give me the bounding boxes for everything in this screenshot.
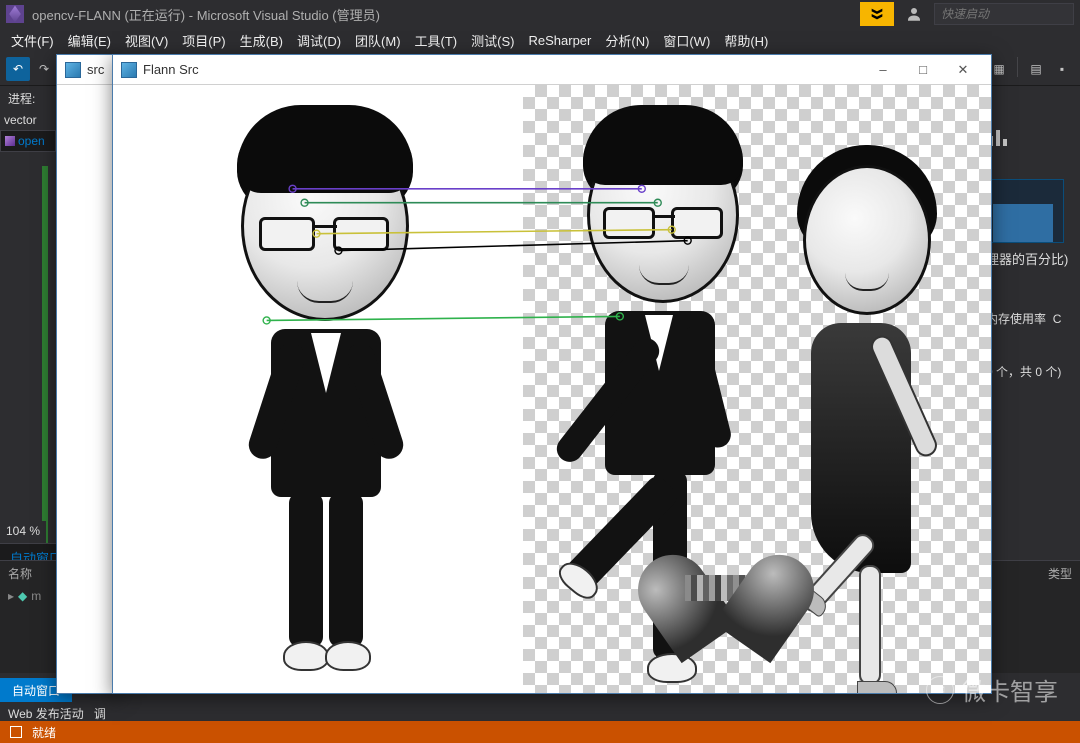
heart-shape xyxy=(661,523,791,633)
status-ready: 就绪 xyxy=(32,724,56,741)
truncated-label: 调 xyxy=(94,707,106,721)
menu-help[interactable]: 帮助(H) xyxy=(717,28,775,53)
memory-c-label: C xyxy=(1053,312,1062,326)
menu-analyze[interactable]: 分析(N) xyxy=(598,28,656,53)
memory-usage-label: 内存使用率 xyxy=(986,312,1046,326)
tab-vector[interactable]: vector xyxy=(0,110,56,130)
tab-open-label: open xyxy=(18,134,45,148)
opencv-window-title: src xyxy=(87,62,104,77)
menu-file[interactable]: 文件(F) xyxy=(4,28,61,53)
opencv-window-icon xyxy=(65,62,81,78)
diagnostics-chart-icon[interactable] xyxy=(982,120,1080,159)
statusbar: 就绪 xyxy=(0,721,1080,743)
snapshot-count: 0 个，共 0 个) xyxy=(986,365,1061,379)
account-icon[interactable] xyxy=(900,2,928,26)
tab-open[interactable]: open xyxy=(0,130,56,152)
vs-logo-icon xyxy=(6,5,24,23)
expand-icon[interactable]: ▸ xyxy=(8,589,14,603)
maximize-button[interactable]: □ xyxy=(903,56,943,84)
menu-tools[interactable]: 工具(T) xyxy=(408,28,465,53)
minimize-button[interactable]: – xyxy=(863,56,903,84)
close-button[interactable]: ✕ xyxy=(943,56,983,84)
process-label: 进程: xyxy=(8,90,35,107)
menu-project[interactable]: 项目(P) xyxy=(175,28,232,53)
titlebar: opencv-FLANN (正在运行) - Microsoft Visual S… xyxy=(0,0,1080,28)
var-icon: ◆ xyxy=(18,589,27,603)
zoom-level[interactable]: 104 % xyxy=(0,521,46,543)
back-button[interactable]: ↶ xyxy=(6,57,30,81)
menu-team[interactable]: 团队(M) xyxy=(348,28,408,53)
toolbar-icon-2[interactable]: ▪ xyxy=(1050,57,1074,81)
heart-pixelation xyxy=(685,575,769,601)
var-name: m xyxy=(31,589,41,603)
menu-resharper[interactable]: ReSharper xyxy=(521,30,598,51)
watermark: ✉ 微卡智享 xyxy=(926,672,1058,707)
menu-build[interactable]: 生成(B) xyxy=(233,28,290,53)
window-title: opencv-FLANN (正在运行) - Microsoft Visual S… xyxy=(32,5,380,24)
status-square-icon xyxy=(10,726,22,738)
opencv-window-title: Flann Src xyxy=(143,62,199,77)
forward-button[interactable]: ↷ xyxy=(32,57,56,81)
menu-view[interactable]: 视图(V) xyxy=(118,28,175,53)
cpu-usage-chart xyxy=(982,179,1064,243)
menu-edit[interactable]: 编辑(E) xyxy=(61,28,118,53)
watermark-text: 微卡智享 xyxy=(962,672,1058,707)
menu-test[interactable]: 测试(S) xyxy=(464,28,521,53)
opencv-window-src[interactable]: src xyxy=(56,54,120,694)
menu-debug[interactable]: 调试(D) xyxy=(290,28,348,53)
toolbar-icon-1[interactable]: ▤ xyxy=(1024,57,1048,81)
query-figure xyxy=(193,105,453,685)
opencv-canvas-flann xyxy=(113,85,991,693)
cpu-axis-label: 理器的百分比) xyxy=(982,243,1080,274)
opencv-canvas-src xyxy=(57,85,119,693)
menubar: 文件(F) 编辑(E) 视图(V) 项目(P) 生成(B) 调试(D) 团队(M… xyxy=(0,28,1080,52)
gutter-change-indicator xyxy=(42,166,48,546)
notification-flag-icon[interactable] xyxy=(860,2,894,26)
right-panel: 理器的百分比) 内存使用率 C 0 个，共 0 个) xyxy=(982,120,1080,386)
wechat-icon: ✉ xyxy=(926,676,954,704)
opencv-window-flann[interactable]: Flann Src – □ ✕ xyxy=(112,54,992,694)
opencv-window-icon xyxy=(121,62,137,78)
project-icon xyxy=(5,136,15,146)
left-strip: vector open xyxy=(0,110,56,152)
menu-window[interactable]: 窗口(W) xyxy=(656,28,717,53)
toolbar-divider xyxy=(1017,57,1018,77)
quick-launch-input[interactable] xyxy=(934,3,1074,25)
